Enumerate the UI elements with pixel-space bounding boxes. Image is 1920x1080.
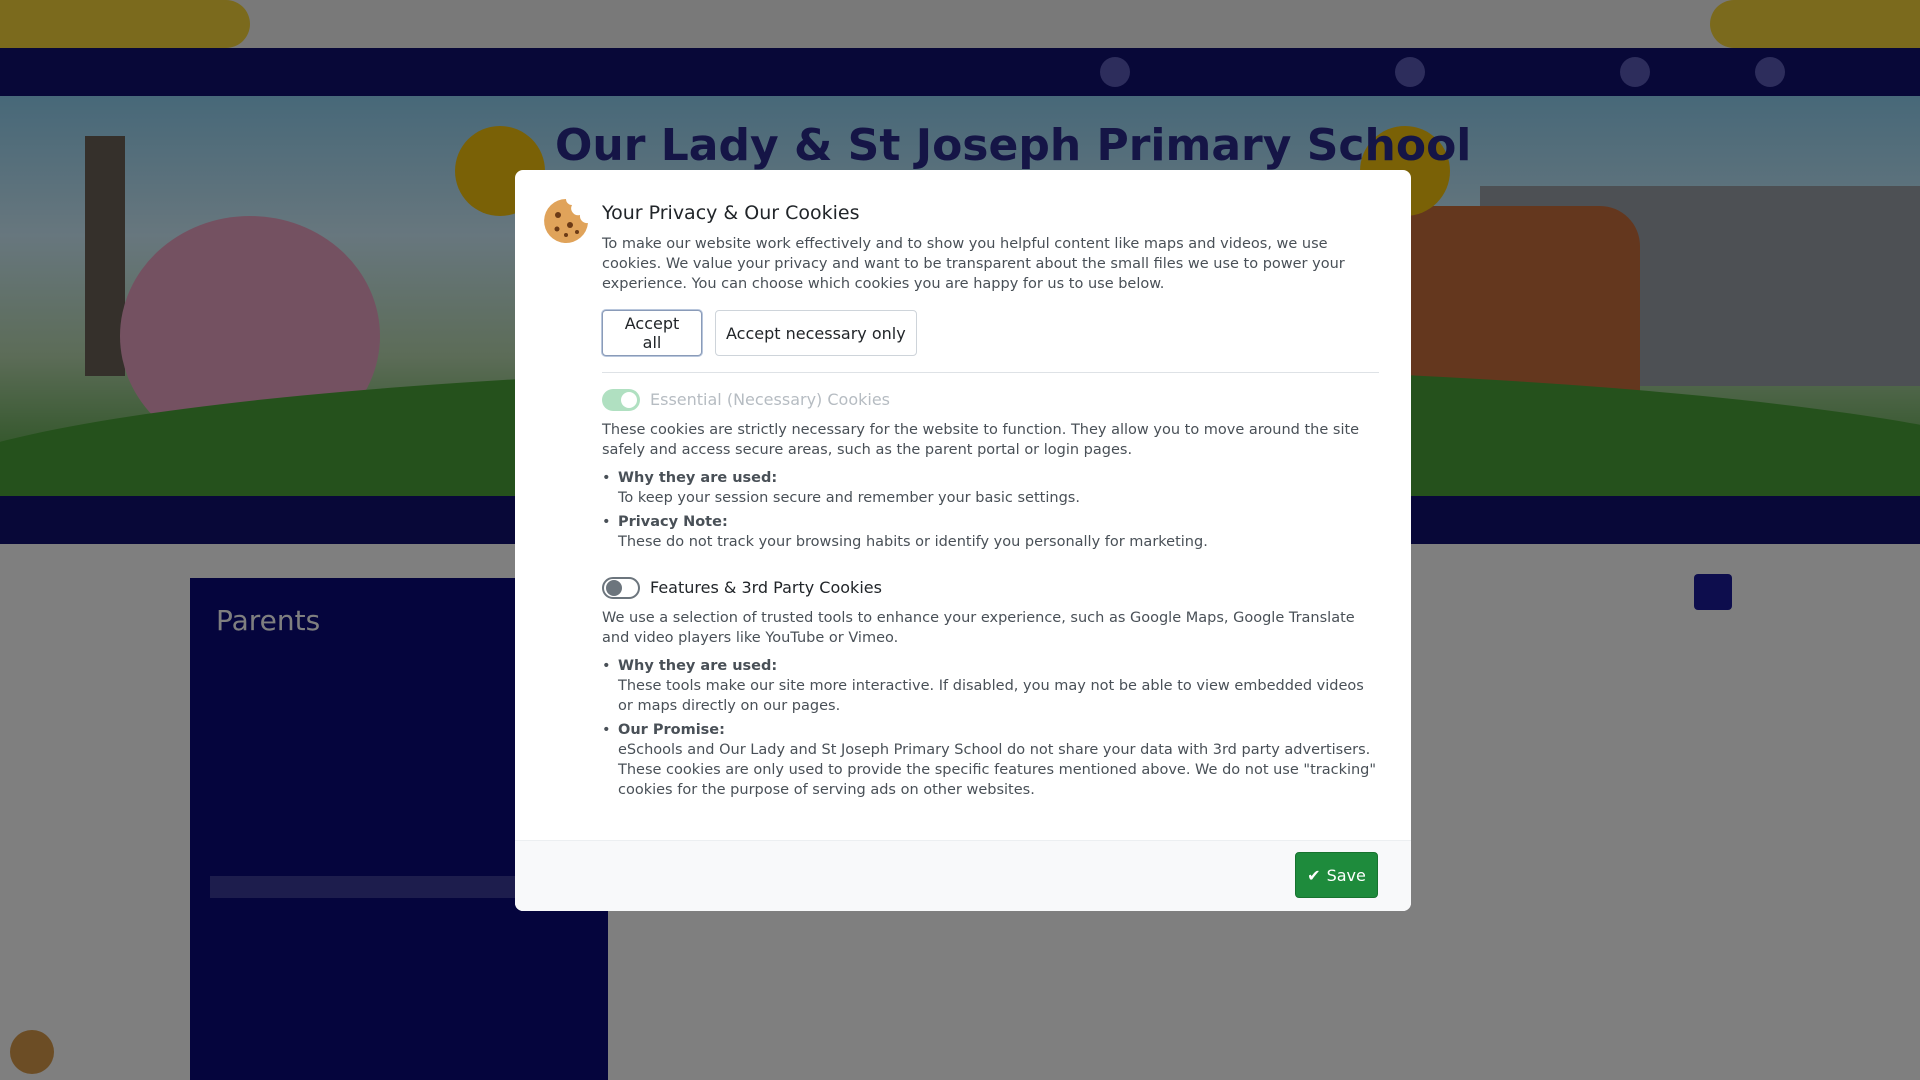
accept-all-button[interactable]: Accept all xyxy=(602,310,702,356)
save-button[interactable]: ✔ Save xyxy=(1295,852,1378,898)
essential-cookies-title: Essential (Necessary) Cookies xyxy=(650,390,891,409)
dialog-body: Your Privacy & Our Cookies To make our w… xyxy=(515,170,1411,840)
save-button-label: Save xyxy=(1326,865,1366,885)
list-item: • Why they are used: These tools make ou… xyxy=(602,656,1382,716)
list-item-text: eSchools and Our Lady and St Joseph Prim… xyxy=(618,742,1377,798)
list-item-text: These tools make our site more interacti… xyxy=(618,678,1364,714)
essential-cookies-description: These cookies are strictly necessary for… xyxy=(602,422,1360,458)
list-item: • Our Promise: eSchools and Our Lady and… xyxy=(602,720,1382,800)
list-item: • Privacy Note: These do not track your … xyxy=(602,512,1382,552)
cookie-icon xyxy=(544,199,588,243)
list-item-text: To keep your session secure and remember… xyxy=(618,490,1080,506)
list-item-heading: Why they are used: xyxy=(618,470,778,486)
list-item-text: These do not track your browsing habits … xyxy=(618,534,1208,550)
divider xyxy=(602,372,1379,373)
toggle-knob xyxy=(606,580,622,596)
dialog-title: Your Privacy & Our Cookies xyxy=(602,202,860,224)
features-cookies-description: We use a selection of trusted tools to e… xyxy=(602,610,1355,646)
list-item-heading: Our Promise: xyxy=(618,722,725,738)
cookie-consent-dialog: Your Privacy & Our Cookies To make our w… xyxy=(515,170,1411,911)
accept-necessary-button[interactable]: Accept necessary only xyxy=(715,310,917,356)
check-icon: ✔ xyxy=(1307,865,1321,885)
list-item-heading: Privacy Note: xyxy=(618,514,728,530)
features-cookies-details: • Why they are used: These tools make ou… xyxy=(602,656,1382,804)
essential-cookies-toggle xyxy=(602,389,640,411)
essential-cookies-details: • Why they are used: To keep your sessio… xyxy=(602,468,1382,556)
features-cookies-toggle[interactable] xyxy=(602,577,640,599)
list-item-heading: Why they are used: xyxy=(618,658,778,674)
list-item: • Why they are used: To keep your sessio… xyxy=(602,468,1382,508)
dialog-footer: ✔ Save xyxy=(515,840,1411,911)
features-cookies-title: Features & 3rd Party Cookies xyxy=(650,578,882,597)
toggle-knob xyxy=(621,392,637,408)
dialog-intro: To make our website work effectively and… xyxy=(602,236,1345,292)
